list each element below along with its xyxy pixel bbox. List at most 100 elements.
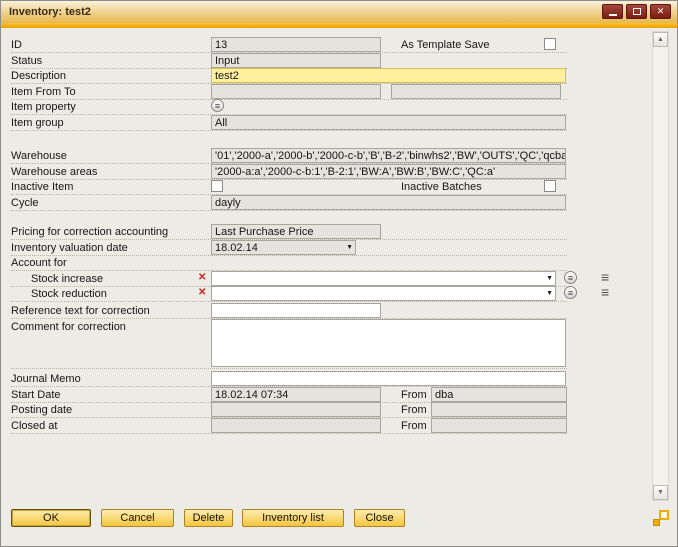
description-label: Description [11,70,66,82]
chevron-down-icon: ▼ [546,290,553,298]
item-property-label: Item property [11,101,76,113]
stock-increase-label: Stock increase [31,273,103,285]
reference-text-label: Reference text for correction [11,305,150,317]
stock-reduction-choose-icon[interactable]: ≡ [564,286,577,299]
posting-date-from-label: From [401,404,427,416]
valuation-date-combo[interactable]: 18.02.14 ▼ [211,240,356,255]
scroll-up-icon: ▲ [657,36,664,43]
item-to-field [391,84,561,99]
closed-at-from-label: From [401,420,427,432]
pricing-label: Pricing for correction accounting [11,226,168,238]
start-date-label: Start Date [11,389,61,401]
row-posting-date: Posting date From [11,402,567,418]
close-form-button[interactable]: Close [354,509,405,527]
start-date-field: 18.02.14 07:34 [211,387,381,402]
inactive-batches-checkbox[interactable] [544,180,556,192]
warehouse-field: '01','2000-a','2000-b','2000-c-b','B','B… [211,148,566,163]
inactive-item-checkbox[interactable] [211,180,223,192]
posting-date-from-field [431,402,567,417]
item-group-field: All [211,115,566,130]
resize-square-outline [659,510,669,520]
window-controls: ✕ [602,4,671,19]
chevron-down-icon: ▼ [346,244,353,252]
warehouse-areas-field: '2000-a:a','2000-c-b:1','B-2:1','BW:A','… [211,164,566,179]
description-input[interactable]: test2 [211,68,566,83]
scroll-down-button[interactable]: ▼ [653,485,668,500]
restore-button[interactable] [626,4,647,19]
ok-button[interactable]: OK [11,509,91,527]
row-item-group: Item group All [11,115,567,131]
row-item-from-to: Item From To [11,84,567,100]
id-label: ID [11,39,22,51]
row-closed-at: Closed at From [11,418,567,434]
row-description: Description test2 [11,68,567,84]
scroll-up-button[interactable]: ▲ [653,32,668,47]
warehouse-areas-label: Warehouse areas [11,166,97,178]
row-inactive: Inactive Item Inactive Batches [11,179,567,195]
stock-reduction-combo[interactable]: ▼ [211,286,556,301]
close-button[interactable]: ✕ [650,4,671,19]
row-valuation-date: Inventory valuation date 18.02.14 ▼ [11,240,567,256]
minimize-button[interactable] [602,4,623,19]
comment-textarea[interactable] [211,319,566,367]
inactive-batches-label: Inactive Batches [401,181,482,193]
row-pricing: Pricing for correction accounting Last P… [11,224,567,240]
status-field: Input [211,53,381,68]
stock-reduction-list-icon[interactable]: ≡ [601,284,609,300]
posting-date-field [211,402,381,417]
stock-increase-list-icon[interactable]: ≡ [601,269,609,285]
chevron-down-icon: ▼ [546,275,553,283]
resize-square-fill [653,519,660,526]
delete-button[interactable]: Delete [184,509,233,527]
required-x-icon: ✕ [198,272,206,283]
posting-date-label: Posting date [11,404,72,416]
pricing-field: Last Purchase Price [211,224,381,239]
start-date-from-field: dba [431,387,567,402]
row-start-date: Start Date 18.02.14 07:34 From dba [11,387,567,403]
stock-increase-choose-icon[interactable]: ≡ [564,271,577,284]
valuation-date-value: 18.02.14 [215,242,258,254]
as-template-save-checkbox[interactable] [544,38,556,50]
id-field: 13 [211,37,381,52]
window-title: Inventory: test2 [1,6,91,18]
row-journal-memo: Journal Memo [11,371,567,387]
required-x-icon: ✕ [198,287,206,298]
row-account-for: Account for [11,255,567,271]
status-label: Status [11,55,42,67]
item-from-to-label: Item From To [11,86,76,98]
row-id: ID 13 As Template Save [11,37,567,53]
accent-strip [1,23,677,28]
form-resize-icon[interactable] [653,510,669,526]
cancel-button[interactable]: Cancel [101,509,174,527]
start-date-from-label: From [401,389,427,401]
row-stock-reduction: Stock reduction ✕ ▼ ≡ ≡ [11,286,567,302]
valuation-date-label: Inventory valuation date [11,242,128,254]
titlebar[interactable]: Inventory: test2 ✕ [1,1,677,23]
scroll-down-icon: ▼ [657,489,664,496]
as-template-save-label: As Template Save [401,39,489,51]
vertical-scrollbar[interactable]: ▲ ▼ [652,31,669,501]
inventory-list-button[interactable]: Inventory list [242,509,344,527]
cycle-field: dayly [211,195,566,210]
row-reference-text: Reference text for correction [11,303,567,319]
close-icon: ✕ [657,7,665,16]
row-status: Status Input [11,53,567,69]
row-warehouse: Warehouse '01','2000-a','2000-b','2000-c… [11,148,567,164]
row-stock-increase: Stock increase ✕ ▼ ≡ ≡ [11,271,567,287]
inventory-window: Inventory: test2 ✕ ID 13 As Template Sav… [0,0,678,547]
closed-at-field [211,418,381,433]
item-group-label: Item group [11,117,64,129]
row-item-property: Item property ≡ [11,99,567,115]
row-warehouse-areas: Warehouse areas '2000-a:a','2000-c-b:1',… [11,164,567,180]
item-property-list-icon[interactable]: ≡ [211,99,224,112]
journal-memo-input[interactable] [211,371,566,386]
comment-label: Comment for correction [11,321,126,333]
journal-memo-label: Journal Memo [11,373,81,385]
warehouse-label: Warehouse [11,150,67,162]
item-from-field [211,84,381,99]
reference-text-input[interactable] [211,303,381,318]
stock-increase-combo[interactable]: ▼ [211,271,556,286]
closed-at-from-field [431,418,567,433]
stock-reduction-label: Stock reduction [31,288,107,300]
cycle-label: Cycle [11,197,39,209]
